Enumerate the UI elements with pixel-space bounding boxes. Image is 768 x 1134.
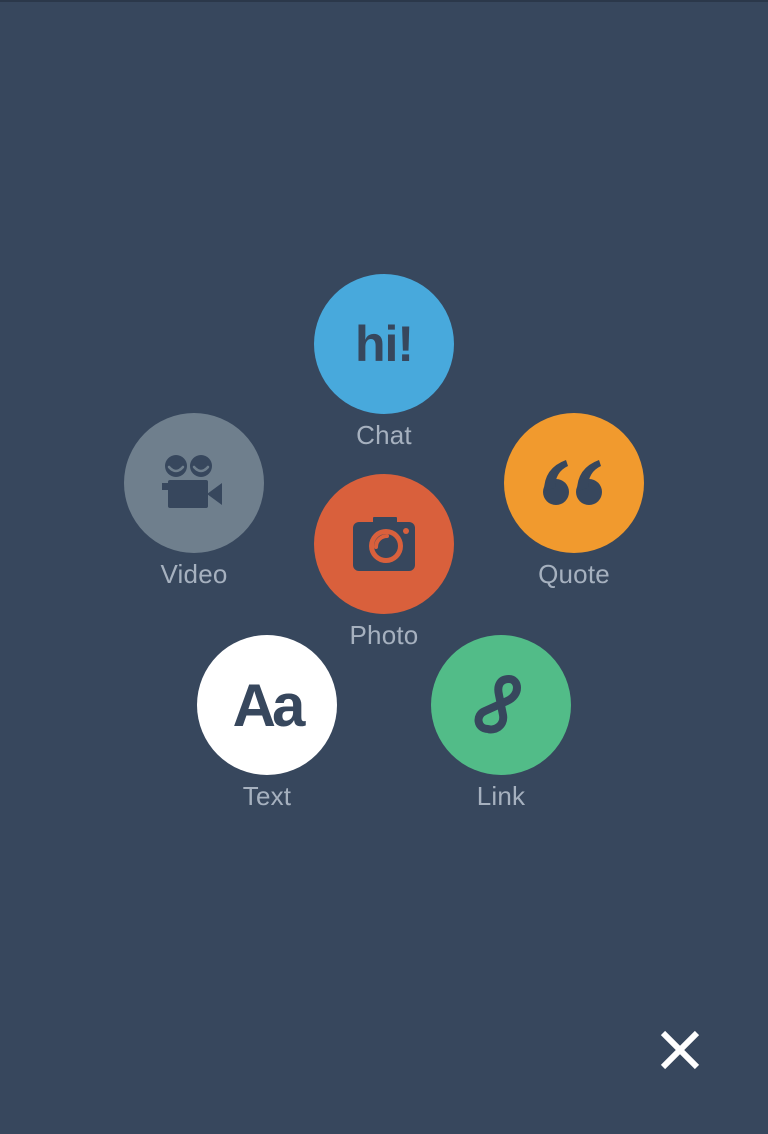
text-button[interactable]: Aa <box>197 635 337 775</box>
post-type-menu: hi! Chat Video Quote Photo Aa Text Link <box>0 0 768 1134</box>
close-button[interactable] <box>652 1022 708 1078</box>
chat-label: Chat <box>356 420 412 450</box>
link-icon <box>474 675 521 734</box>
link-label: Link <box>476 781 526 811</box>
quote-label: Quote <box>538 559 610 589</box>
video-label: Video <box>160 559 228 589</box>
chat-hi-icon: hi! <box>354 316 414 372</box>
close-icon <box>660 1030 700 1070</box>
video-camera-icon <box>162 455 222 508</box>
text-aa-icon: Aa <box>232 671 306 739</box>
link-button[interactable] <box>431 635 571 775</box>
text-label: Text <box>242 781 292 811</box>
quote-button[interactable] <box>504 413 644 553</box>
quote-marks-icon <box>543 460 602 505</box>
chat-button[interactable]: hi! <box>314 274 454 414</box>
video-option[interactable]: Video <box>124 413 264 603</box>
chat-option[interactable]: hi! Chat <box>314 274 454 464</box>
text-option[interactable]: Aa Text <box>197 635 337 825</box>
photo-button[interactable] <box>314 474 454 614</box>
camera-icon <box>353 517 415 571</box>
link-option[interactable]: Link <box>431 635 571 825</box>
video-button[interactable] <box>124 413 264 553</box>
quote-option[interactable]: Quote <box>504 413 644 603</box>
